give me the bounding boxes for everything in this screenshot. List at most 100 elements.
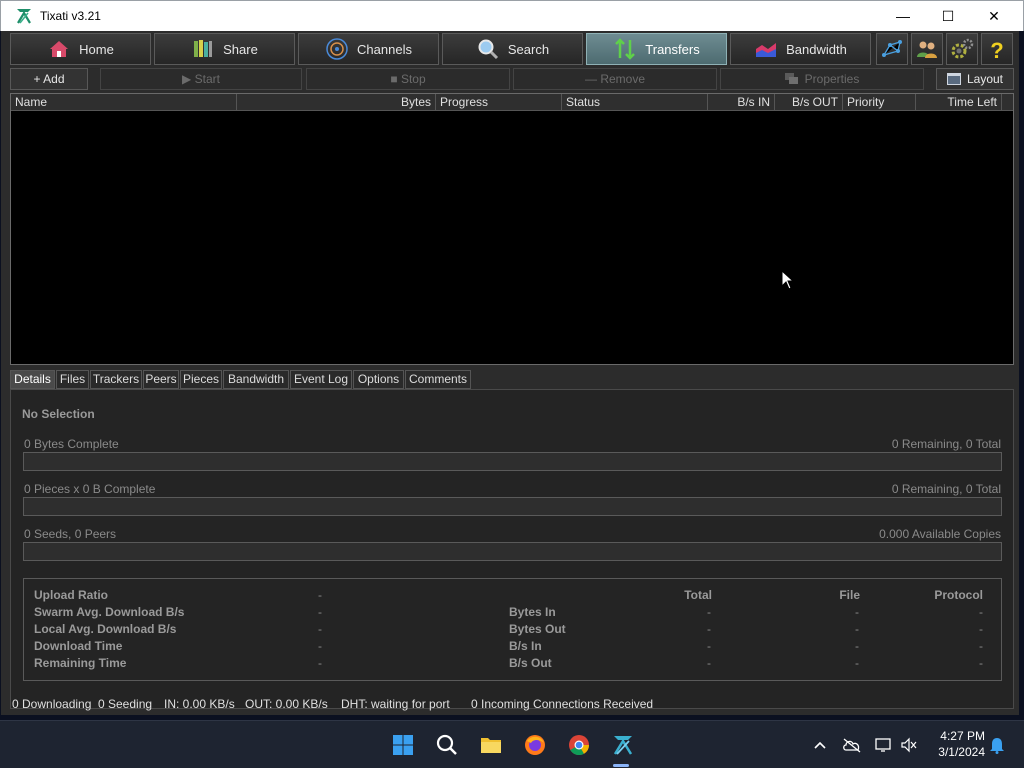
status-out-rate: OUT: 0.00 KB/s — [245, 697, 328, 711]
details-panel: No Selection 0 Bytes Complete 0 Remainin… — [10, 389, 1014, 709]
stats-header-protocol: Protocol — [934, 588, 983, 602]
help-question-icon: ? — [990, 38, 1003, 61]
tray-network[interactable] — [874, 735, 894, 755]
file-explorer-icon — [481, 738, 501, 753]
column-status[interactable]: Status — [562, 94, 708, 111]
tray-onedrive[interactable] — [842, 735, 862, 755]
tab-pieces[interactable]: Pieces — [180, 370, 222, 389]
tab-event-log[interactable]: Event Log — [290, 370, 352, 389]
users-button[interactable] — [911, 33, 943, 65]
nav-search-button[interactable]: Search — [442, 33, 583, 65]
taskbar-chrome[interactable] — [565, 731, 593, 759]
chrome-icon — [569, 735, 590, 756]
column-bytes[interactable]: Bytes — [237, 94, 436, 111]
notifications-button[interactable] — [987, 735, 1007, 755]
maximize-button[interactable]: ☐ — [925, 1, 971, 31]
network-button[interactable] — [876, 33, 908, 65]
column-priority[interactable]: Priority — [843, 94, 916, 111]
availability-bar — [23, 542, 1002, 561]
status-bar: 0 Downloading 0 Seeding IN: 0.00 KB/s OU… — [10, 694, 1014, 714]
add-button[interactable]: + Add — [10, 68, 88, 90]
column-bs-in[interactable]: B/s IN — [708, 94, 775, 111]
nav-transfers-label: Transfers — [645, 41, 700, 57]
remove-button[interactable]: — Remove — [513, 68, 717, 90]
stat-label: Bytes Out — [509, 622, 566, 636]
stat-label: Swarm Avg. Download B/s — [34, 605, 185, 619]
bytes-progress-bar — [23, 452, 1002, 471]
tab-peers[interactable]: Peers — [143, 370, 179, 389]
window-title: Tixati v3.21 — [40, 9, 101, 23]
taskbar-search-button[interactable] — [433, 731, 461, 759]
windows-start-icon — [393, 735, 413, 755]
tab-bandwidth[interactable]: Bandwidth — [223, 370, 289, 389]
stat-label: Remaining Time — [34, 656, 127, 670]
minimize-button[interactable]: — — [880, 1, 926, 31]
nav-share-button[interactable]: Share — [154, 33, 295, 65]
column-progress[interactable]: Progress — [436, 94, 562, 111]
status-in-rate: IN: 0.00 KB/s — [164, 697, 235, 711]
nav-home-label: Home — [79, 41, 114, 57]
close-icon: ✕ — [988, 7, 1000, 24]
settings-button[interactable] — [946, 33, 978, 65]
nav-transfers-button[interactable]: Transfers — [586, 33, 727, 65]
properties-button[interactable]: Properties — [720, 68, 924, 90]
maximize-icon: ☐ — [941, 7, 955, 24]
start-button[interactable]: ▶ Start — [100, 68, 302, 90]
stat-total: - — [707, 605, 711, 619]
tixati-icon — [613, 736, 633, 755]
tab-trackers[interactable]: Trackers — [90, 370, 142, 389]
tab-files[interactable]: Files — [56, 370, 89, 389]
nav-bandwidth-button[interactable]: Bandwidth — [730, 33, 871, 65]
column-bs-out[interactable]: B/s OUT — [775, 94, 843, 111]
available-copies-label: 0.000 Available Copies — [879, 527, 1001, 541]
taskbar-tixati[interactable] — [609, 731, 637, 759]
taskbar-firefox[interactable] — [521, 731, 549, 759]
stat-label: B/s Out — [509, 656, 552, 670]
column-name[interactable]: Name — [11, 94, 237, 111]
tab-comments[interactable]: Comments — [405, 370, 471, 389]
properties-button-label: Properties — [804, 72, 860, 86]
tray-volume[interactable] — [899, 735, 919, 755]
transfers-table[interactable]: Name Bytes Progress Status B/s IN B/s OU… — [10, 93, 1014, 365]
stop-button[interactable]: ■ Stop — [306, 68, 510, 90]
transfer-arrows-icon — [615, 38, 636, 60]
pieces-progress-bar — [23, 497, 1002, 516]
chevron-up-icon — [814, 741, 826, 749]
stop-button-label: ■ Stop — [390, 72, 426, 86]
pieces-complete-label: 0 Pieces x 0 B Complete — [24, 482, 156, 496]
gears-icon — [951, 38, 974, 59]
home-icon — [50, 41, 69, 57]
properties-icon — [784, 73, 798, 84]
status-incoming: 0 Incoming Connections Received — [471, 697, 654, 711]
stat-file: - — [855, 622, 859, 636]
stat-protocol: - — [979, 639, 983, 653]
stat-file: - — [855, 656, 859, 670]
stat-protocol: - — [979, 656, 983, 670]
nav-home-button[interactable]: Home — [10, 33, 151, 65]
network-icon — [882, 40, 902, 57]
taskbar-file-explorer[interactable] — [477, 731, 505, 759]
stat-label: Upload Ratio — [34, 588, 108, 602]
column-time-left[interactable]: Time Left — [916, 94, 1002, 111]
add-button-label: + Add — [33, 72, 65, 86]
bandwidth-chart-icon — [756, 43, 777, 57]
help-button[interactable]: ? — [981, 33, 1013, 65]
stat-label: Download Time — [34, 639, 123, 653]
stat-file: - — [855, 605, 859, 619]
nav-channels-button[interactable]: Channels — [298, 33, 439, 65]
stat-value: - — [318, 622, 322, 636]
start-button[interactable] — [389, 731, 417, 759]
minimize-icon: — — [896, 8, 910, 24]
clock-date: 3/1/2024 — [938, 745, 985, 759]
layout-button[interactable]: Layout — [936, 68, 1014, 90]
nav-channels-label: Channels — [357, 41, 412, 57]
selection-label: No Selection — [22, 407, 95, 421]
nav-share-label: Share — [223, 41, 258, 57]
tab-options[interactable]: Options — [353, 370, 404, 389]
tixati-logo-icon — [17, 9, 31, 24]
taskbar-clock[interactable]: 4:27 PM 3/1/2024 — [925, 728, 985, 760]
close-button[interactable]: ✕ — [971, 1, 1017, 31]
bytes-remaining-label: 0 Remaining, 0 Total — [891, 437, 1001, 451]
tab-details[interactable]: Details — [10, 370, 55, 389]
tray-overflow-button[interactable] — [810, 735, 830, 755]
